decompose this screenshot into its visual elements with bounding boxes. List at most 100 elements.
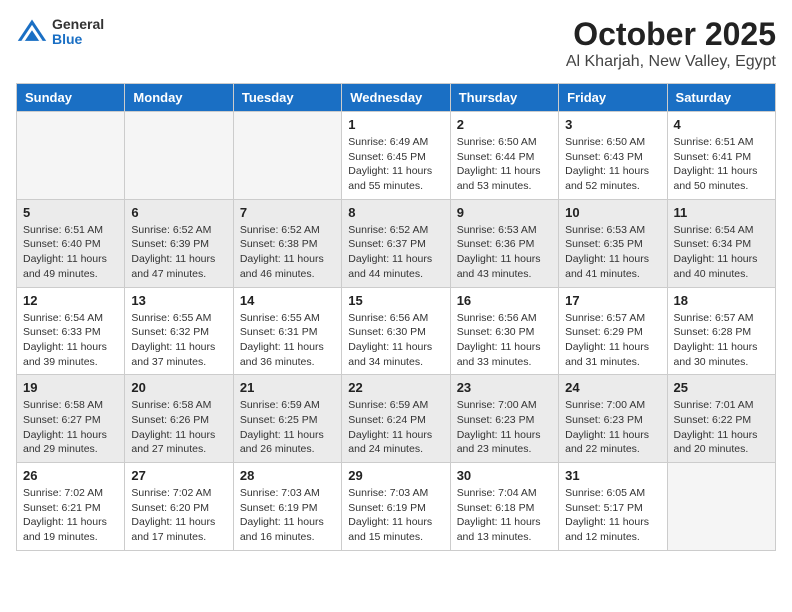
calendar-cell <box>17 112 125 200</box>
calendar-week-row: 5 Sunrise: 6:51 AM Sunset: 6:40 PM Daylig… <box>17 199 776 287</box>
calendar-cell: 6 Sunrise: 6:52 AM Sunset: 6:39 PM Daylig… <box>125 199 233 287</box>
day-header-friday: Friday <box>559 84 667 112</box>
cell-info: Sunrise: 6:05 AM Sunset: 5:17 PM Dayligh… <box>565 486 660 545</box>
cell-info: Sunrise: 6:52 AM Sunset: 6:37 PM Dayligh… <box>348 223 443 282</box>
page-header: General Blue October 2025 Al Kharjah, Ne… <box>16 16 776 71</box>
cell-info: Sunrise: 6:54 AM Sunset: 6:34 PM Dayligh… <box>674 223 769 282</box>
day-number: 11 <box>674 205 769 220</box>
cell-info: Sunrise: 6:53 AM Sunset: 6:36 PM Dayligh… <box>457 223 552 282</box>
calendar-cell: 27 Sunrise: 7:02 AM Sunset: 6:20 PM Dayli… <box>125 463 233 551</box>
calendar-cell: 18 Sunrise: 6:57 AM Sunset: 6:28 PM Dayli… <box>667 287 775 375</box>
calendar-cell: 30 Sunrise: 7:04 AM Sunset: 6:18 PM Dayli… <box>450 463 558 551</box>
day-header-monday: Monday <box>125 84 233 112</box>
calendar-cell: 5 Sunrise: 6:51 AM Sunset: 6:40 PM Daylig… <box>17 199 125 287</box>
day-number: 13 <box>131 293 226 308</box>
day-number: 29 <box>348 468 443 483</box>
cell-info: Sunrise: 6:51 AM Sunset: 6:40 PM Dayligh… <box>23 223 118 282</box>
cell-info: Sunrise: 6:50 AM Sunset: 6:44 PM Dayligh… <box>457 135 552 194</box>
day-number: 6 <box>131 205 226 220</box>
calendar-cell: 26 Sunrise: 7:02 AM Sunset: 6:21 PM Dayli… <box>17 463 125 551</box>
cell-info: Sunrise: 7:03 AM Sunset: 6:19 PM Dayligh… <box>348 486 443 545</box>
calendar-cell: 9 Sunrise: 6:53 AM Sunset: 6:36 PM Daylig… <box>450 199 558 287</box>
day-number: 27 <box>131 468 226 483</box>
cell-info: Sunrise: 6:57 AM Sunset: 6:28 PM Dayligh… <box>674 311 769 370</box>
calendar-cell <box>233 112 341 200</box>
day-number: 9 <box>457 205 552 220</box>
cell-info: Sunrise: 6:55 AM Sunset: 6:32 PM Dayligh… <box>131 311 226 370</box>
calendar-cell: 8 Sunrise: 6:52 AM Sunset: 6:37 PM Daylig… <box>342 199 450 287</box>
cell-info: Sunrise: 7:02 AM Sunset: 6:21 PM Dayligh… <box>23 486 118 545</box>
calendar-cell: 12Sunrise: 6:54 AM Sunset: 6:33 PM Dayli… <box>17 287 125 375</box>
cell-info: Sunrise: 7:00 AM Sunset: 6:23 PM Dayligh… <box>457 398 552 457</box>
cell-info: Sunrise: 6:52 AM Sunset: 6:38 PM Dayligh… <box>240 223 335 282</box>
day-number: 23 <box>457 380 552 395</box>
calendar-cell: 28 Sunrise: 7:03 AM Sunset: 6:19 PM Dayli… <box>233 463 341 551</box>
calendar-cell: 19 Sunrise: 6:58 AM Sunset: 6:27 PM Dayli… <box>17 375 125 463</box>
day-number: 26 <box>23 468 118 483</box>
day-header-sunday: Sunday <box>17 84 125 112</box>
calendar-cell <box>667 463 775 551</box>
cell-info: Sunrise: 6:56 AM Sunset: 6:30 PM Dayligh… <box>457 311 552 370</box>
month-title: October 2025 <box>566 16 776 53</box>
calendar-cell: 7 Sunrise: 6:52 AM Sunset: 6:38 PM Daylig… <box>233 199 341 287</box>
calendar-cell <box>125 112 233 200</box>
calendar-cell: 20Sunrise: 6:58 AM Sunset: 6:26 PM Dayli… <box>125 375 233 463</box>
day-number: 21 <box>240 380 335 395</box>
cell-info: Sunrise: 6:59 AM Sunset: 6:25 PM Dayligh… <box>240 398 335 457</box>
cell-info: Sunrise: 6:53 AM Sunset: 6:35 PM Dayligh… <box>565 223 660 282</box>
calendar-cell: 11 Sunrise: 6:54 AM Sunset: 6:34 PM Dayli… <box>667 199 775 287</box>
day-header-thursday: Thursday <box>450 84 558 112</box>
logo-icon <box>16 16 48 48</box>
day-number: 2 <box>457 117 552 132</box>
calendar-cell: 16 Sunrise: 6:56 AM Sunset: 6:30 PM Dayli… <box>450 287 558 375</box>
day-number: 12 <box>23 293 118 308</box>
day-number: 30 <box>457 468 552 483</box>
day-number: 19 <box>23 380 118 395</box>
calendar: SundayMondayTuesdayWednesdayThursdayFrid… <box>16 83 776 551</box>
day-number: 25 <box>674 380 769 395</box>
calendar-week-row: 1Sunrise: 6:49 AM Sunset: 6:45 PM Daylig… <box>17 112 776 200</box>
day-number: 15 <box>348 293 443 308</box>
day-header-wednesday: Wednesday <box>342 84 450 112</box>
cell-info: Sunrise: 6:52 AM Sunset: 6:39 PM Dayligh… <box>131 223 226 282</box>
location-title: Al Kharjah, New Valley, Egypt <box>566 53 776 71</box>
calendar-cell: 25 Sunrise: 7:01 AM Sunset: 6:22 PM Dayli… <box>667 375 775 463</box>
logo-general: General <box>52 17 104 32</box>
title-block: October 2025 Al Kharjah, New Valley, Egy… <box>566 16 776 71</box>
logo: General Blue <box>16 16 104 48</box>
cell-info: Sunrise: 7:03 AM Sunset: 6:19 PM Dayligh… <box>240 486 335 545</box>
calendar-cell: 23 Sunrise: 7:00 AM Sunset: 6:23 PM Dayli… <box>450 375 558 463</box>
calendar-cell: 24Sunrise: 7:00 AM Sunset: 6:23 PM Dayli… <box>559 375 667 463</box>
calendar-cell: 1Sunrise: 6:49 AM Sunset: 6:45 PM Daylig… <box>342 112 450 200</box>
day-number: 31 <box>565 468 660 483</box>
calendar-cell: 31 Sunrise: 6:05 AM Sunset: 5:17 PM Dayli… <box>559 463 667 551</box>
day-number: 18 <box>674 293 769 308</box>
cell-info: Sunrise: 6:58 AM Sunset: 6:27 PM Dayligh… <box>23 398 118 457</box>
cell-info: Sunrise: 7:01 AM Sunset: 6:22 PM Dayligh… <box>674 398 769 457</box>
cell-info: Sunrise: 6:57 AM Sunset: 6:29 PM Dayligh… <box>565 311 660 370</box>
cell-info: Sunrise: 7:02 AM Sunset: 6:20 PM Dayligh… <box>131 486 226 545</box>
day-number: 22 <box>348 380 443 395</box>
calendar-week-row: 19 Sunrise: 6:58 AM Sunset: 6:27 PM Dayli… <box>17 375 776 463</box>
calendar-cell: 10Sunrise: 6:53 AM Sunset: 6:35 PM Dayli… <box>559 199 667 287</box>
day-number: 7 <box>240 205 335 220</box>
calendar-cell: 21 Sunrise: 6:59 AM Sunset: 6:25 PM Dayli… <box>233 375 341 463</box>
calendar-header-row: SundayMondayTuesdayWednesdayThursdayFrid… <box>17 84 776 112</box>
day-number: 8 <box>348 205 443 220</box>
day-number: 14 <box>240 293 335 308</box>
day-number: 5 <box>23 205 118 220</box>
day-number: 28 <box>240 468 335 483</box>
calendar-cell: 22 Sunrise: 6:59 AM Sunset: 6:24 PM Dayli… <box>342 375 450 463</box>
day-number: 3 <box>565 117 660 132</box>
day-number: 20 <box>131 380 226 395</box>
cell-info: Sunrise: 7:04 AM Sunset: 6:18 PM Dayligh… <box>457 486 552 545</box>
day-header-tuesday: Tuesday <box>233 84 341 112</box>
calendar-week-row: 26 Sunrise: 7:02 AM Sunset: 6:21 PM Dayli… <box>17 463 776 551</box>
cell-info: Sunrise: 6:59 AM Sunset: 6:24 PM Dayligh… <box>348 398 443 457</box>
calendar-cell: 3 Sunrise: 6:50 AM Sunset: 6:43 PM Daylig… <box>559 112 667 200</box>
calendar-cell: 14Sunrise: 6:55 AM Sunset: 6:31 PM Dayli… <box>233 287 341 375</box>
logo-blue: Blue <box>52 32 104 47</box>
day-number: 1 <box>348 117 443 132</box>
cell-info: Sunrise: 6:50 AM Sunset: 6:43 PM Dayligh… <box>565 135 660 194</box>
day-number: 16 <box>457 293 552 308</box>
